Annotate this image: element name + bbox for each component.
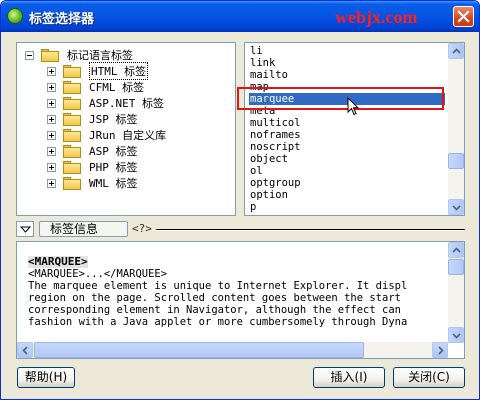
reference-text: <MARQUEE> <MARQUEE>...</MARQUEE> The mar… bbox=[28, 256, 448, 328]
insert-button[interactable]: 插入(I) bbox=[313, 367, 385, 388]
list-item[interactable]: optgroup bbox=[249, 177, 445, 189]
reference-vertical-scrollbar[interactable] bbox=[448, 242, 464, 343]
tree-root-label: 标记语言标签 bbox=[67, 49, 133, 62]
tag-info-bar: 标签信息 <?> bbox=[16, 221, 465, 238]
tree-item-wml[interactable]: WML 标签 bbox=[47, 175, 138, 191]
tag-reference-panel[interactable]: <MARQUEE> <MARQUEE>...</MARQUEE> The mar… bbox=[16, 241, 465, 359]
divider bbox=[156, 229, 465, 231]
reference-line: fashion with a Java applet or more cumbe… bbox=[28, 316, 408, 328]
mouse-pointer-icon bbox=[347, 97, 359, 116]
tree-item-label: JSP 标签 bbox=[89, 113, 138, 126]
folder-icon bbox=[63, 112, 81, 126]
tree-item-label: PHP 标签 bbox=[89, 161, 138, 174]
tree-item-label: CFML 标签 bbox=[89, 81, 145, 94]
tree-item-jsp[interactable]: JSP 标签 bbox=[47, 111, 138, 127]
help-button[interactable]: 帮助(H) bbox=[17, 367, 75, 388]
scroll-up-button[interactable] bbox=[448, 43, 464, 59]
code-view-icon[interactable]: <?> bbox=[132, 222, 152, 235]
list-item[interactable]: noframes bbox=[249, 129, 445, 141]
reference-line: The marquee element is unique to Interne… bbox=[28, 280, 408, 292]
scroll-thumb[interactable] bbox=[448, 153, 464, 169]
folder-icon bbox=[63, 80, 81, 94]
tree-item-label: HTML 标签 bbox=[89, 62, 149, 80]
list-item[interactable]: multicol bbox=[249, 117, 445, 129]
chevron-down-icon bbox=[452, 333, 461, 339]
expand-toggle[interactable] bbox=[47, 98, 56, 108]
scroll-left-button[interactable] bbox=[17, 342, 33, 358]
folder-icon bbox=[41, 48, 59, 62]
tag-list[interactable]: li link mailto map marquee meta multicol… bbox=[244, 42, 465, 216]
list-item[interactable]: ol bbox=[249, 165, 445, 177]
tree-item-label: JRun 自定义库 bbox=[89, 129, 167, 142]
list-item[interactable]: noscript bbox=[249, 141, 445, 153]
list-item[interactable]: li bbox=[249, 45, 445, 57]
tree-item-php[interactable]: PHP 标签 bbox=[47, 159, 138, 175]
folder-icon bbox=[63, 176, 81, 190]
title-bar[interactable]: 标签选择器 webjx.com bbox=[1, 1, 479, 32]
app-icon bbox=[7, 8, 23, 24]
reference-line: corresponding element in Navigator, alth… bbox=[28, 304, 401, 316]
close-button[interactable]: 关闭(C) bbox=[393, 367, 465, 388]
expand-toggle[interactable] bbox=[47, 82, 56, 92]
tree-item-cfml[interactable]: CFML 标签 bbox=[47, 79, 144, 95]
folder-icon bbox=[63, 64, 81, 78]
tree-item-html[interactable]: HTML 标签 bbox=[47, 62, 149, 80]
triangle-down-icon bbox=[20, 226, 31, 233]
reference-heading: <MARQUEE> bbox=[28, 256, 88, 268]
folder-icon bbox=[63, 96, 81, 110]
tree-item-label: ASP 标签 bbox=[89, 145, 138, 158]
chevron-up-icon bbox=[452, 48, 461, 54]
chevron-down-icon bbox=[452, 205, 461, 211]
expand-toggle[interactable] bbox=[47, 162, 56, 172]
annotation-highlight-box bbox=[237, 87, 444, 110]
scroll-thumb[interactable] bbox=[448, 259, 464, 275]
scroll-up-button[interactable] bbox=[448, 242, 464, 258]
tag-chooser-dialog: 标签选择器 webjx.com 标记语言标签 HTML 标签 CFML 标签 A… bbox=[0, 0, 480, 400]
list-item[interactable]: mailto bbox=[249, 69, 445, 81]
tag-list-scrollbar[interactable] bbox=[448, 43, 464, 215]
tree-root-row[interactable]: 标记语言标签 bbox=[25, 47, 133, 63]
tree-item-jrun[interactable]: JRun 自定义库 bbox=[47, 127, 166, 143]
folder-icon bbox=[63, 128, 81, 142]
scroll-right-button[interactable] bbox=[432, 342, 448, 358]
collapse-toggle[interactable] bbox=[25, 50, 34, 60]
folder-icon bbox=[63, 160, 81, 174]
expand-toggle[interactable] bbox=[47, 146, 56, 156]
chevron-right-icon bbox=[438, 346, 444, 355]
reference-line: region on the page. Scrolled content goe… bbox=[28, 292, 401, 304]
expand-toggle[interactable] bbox=[47, 66, 56, 76]
expand-toggle[interactable] bbox=[47, 130, 56, 140]
tag-info-toggle[interactable] bbox=[16, 221, 34, 237]
tag-info-label[interactable]: 标签信息 bbox=[39, 221, 128, 237]
expand-toggle[interactable] bbox=[47, 114, 56, 124]
chevron-left-icon bbox=[22, 346, 28, 355]
chevron-up-icon bbox=[452, 247, 461, 253]
tree-item-aspnet[interactable]: ASP.NET 标签 bbox=[47, 95, 164, 111]
expand-toggle[interactable] bbox=[47, 178, 56, 188]
tree-item-label: ASP.NET 标签 bbox=[89, 97, 164, 110]
scroll-down-button[interactable] bbox=[448, 199, 464, 215]
close-window-button[interactable] bbox=[453, 6, 474, 27]
list-item[interactable]: link bbox=[249, 57, 445, 69]
list-item[interactable]: p bbox=[249, 201, 445, 213]
folder-icon bbox=[63, 144, 81, 158]
tag-category-tree[interactable]: 标记语言标签 HTML 标签 CFML 标签 ASP.NET 标签 JSP 标签… bbox=[16, 42, 236, 216]
tree-item-label: WML 标签 bbox=[89, 177, 138, 190]
reference-syntax: <MARQUEE>...</MARQUEE> bbox=[28, 268, 168, 280]
scroll-thumb[interactable] bbox=[34, 342, 364, 358]
scroll-down-button[interactable] bbox=[448, 327, 464, 343]
close-icon bbox=[457, 10, 470, 23]
tree-item-asp[interactable]: ASP 标签 bbox=[47, 143, 138, 159]
reference-horizontal-scrollbar[interactable] bbox=[17, 342, 448, 358]
window-title: 标签选择器 bbox=[29, 12, 95, 27]
list-item[interactable]: option bbox=[249, 189, 445, 201]
watermark-text: webjx.com bbox=[335, 7, 418, 27]
list-item[interactable]: object bbox=[249, 153, 445, 165]
